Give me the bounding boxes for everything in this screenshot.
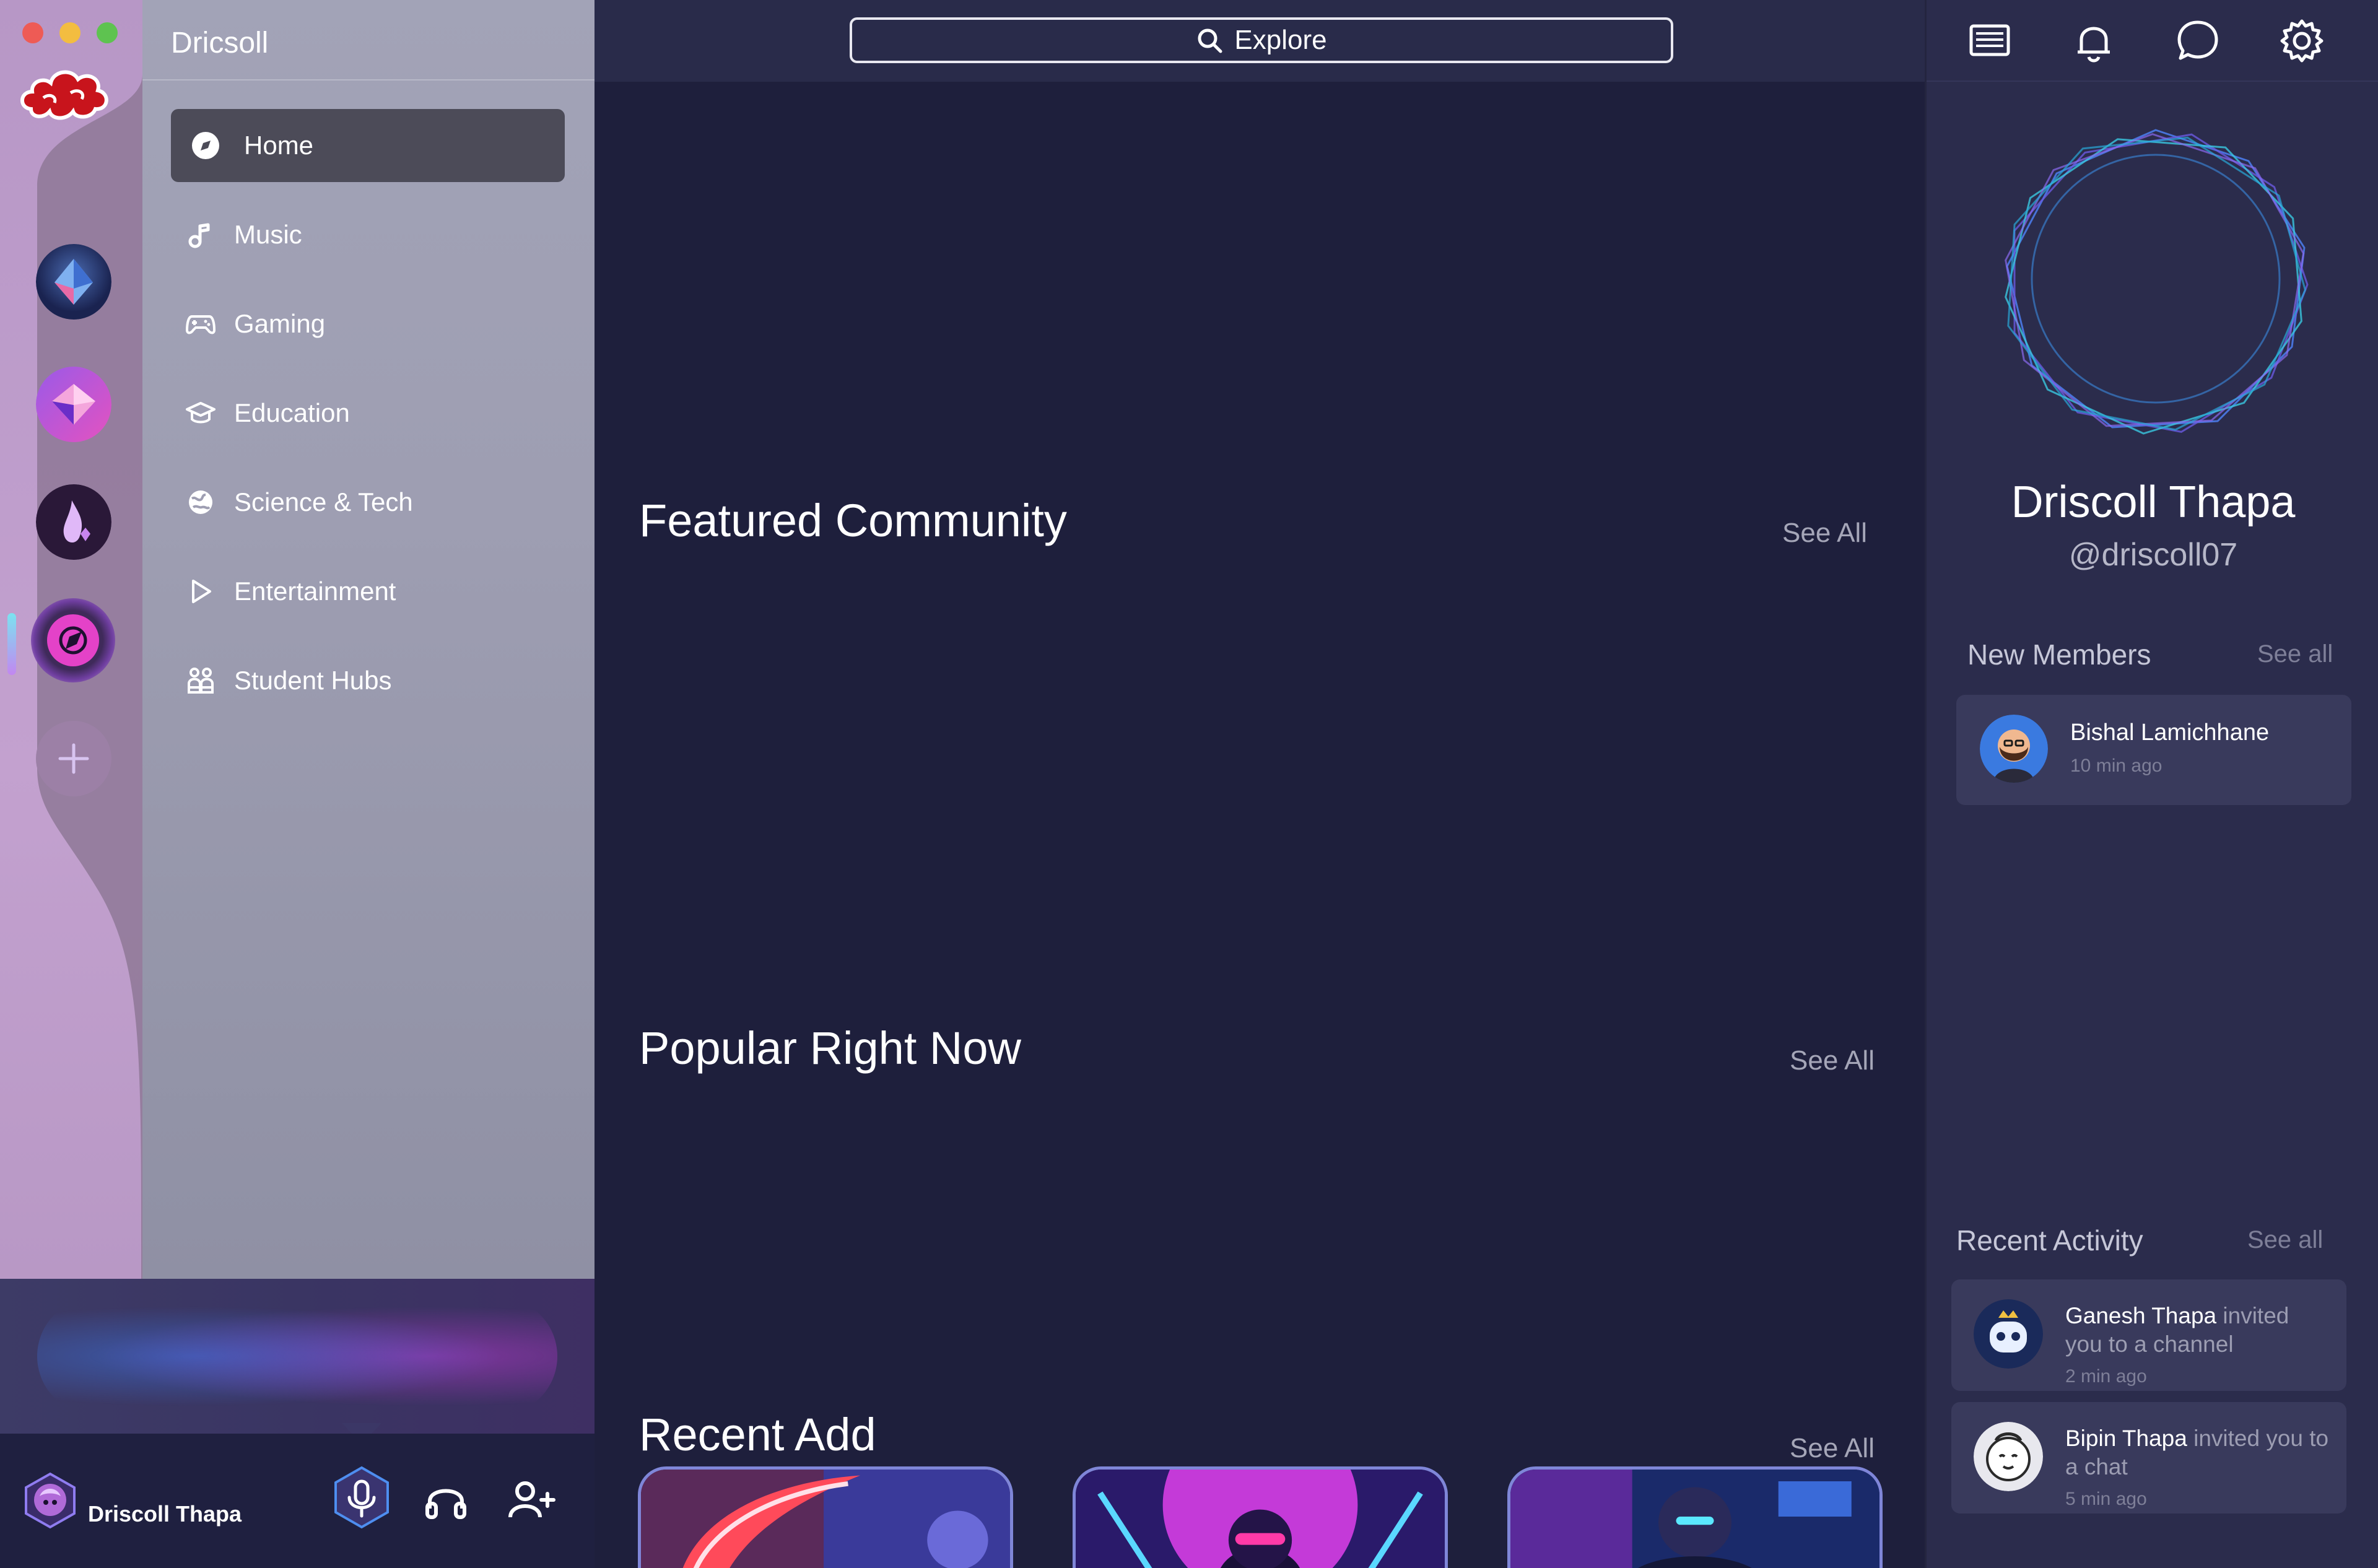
globe-icon (183, 485, 218, 520)
add-server-button[interactable] (36, 721, 111, 796)
sidebar-item-label: Music (234, 220, 302, 249)
headphones-button[interactable] (424, 1478, 468, 1522)
user-avatar[interactable] (21, 1471, 79, 1530)
window-minimize-button[interactable] (59, 22, 81, 43)
crystal-server-icon[interactable] (36, 244, 111, 320)
gem-server-icon[interactable] (36, 367, 111, 442)
bell-icon[interactable] (2070, 17, 2117, 64)
member-card[interactable]: Bishal Lamichhane 10 min ago (1956, 695, 2351, 805)
gamepad-icon (183, 307, 218, 341)
explore-search-input[interactable]: Explore (850, 17, 1673, 63)
sidebar-item-label: Education (234, 398, 350, 427)
activity-text: Ganesh Thapa invited you to a channel (2065, 1302, 2332, 1359)
sidebar-item-label: Student Hubs (234, 666, 392, 695)
recent-add-card[interactable] (1073, 1466, 1448, 1568)
member-avatar (1980, 715, 2048, 783)
microphone-button[interactable] (332, 1465, 391, 1530)
current-user-name: Driscoll Thapa (88, 1501, 242, 1527)
activity-user: Bipin Thapa (2065, 1426, 2187, 1451)
window-maximize-button[interactable] (97, 22, 118, 43)
flame-server-icon[interactable] (36, 484, 111, 560)
sidebar-item-gaming[interactable]: Gaming (171, 287, 565, 360)
profile-name: Driscoll Thapa (2011, 477, 2296, 527)
plus-icon (58, 743, 89, 774)
new-members-see-all-link[interactable]: See all (2257, 640, 2333, 668)
main-content: Featured Community See All Popular Right… (594, 82, 1925, 1568)
new-members-heading: New Members (1967, 638, 2151, 671)
sidebar-item-student-hubs[interactable]: Student Hubs (171, 644, 565, 717)
popular-see-all-link[interactable]: See All (1790, 1045, 1875, 1076)
profile-panel: Driscoll Thapa @driscoll07 New Members S… (1925, 0, 2378, 1568)
chat-icon[interactable] (2174, 17, 2221, 64)
inbox-icon[interactable] (1966, 17, 2013, 64)
recent-add-card[interactable] (638, 1466, 1013, 1568)
sidebar-item-entertainment[interactable]: Entertainment (171, 555, 565, 628)
audio-waveform (54, 1322, 534, 1390)
section-title-popular: Popular Right Now (639, 1022, 1021, 1074)
activity-card[interactable]: Bipin Thapa invited you to a chat 5 min … (1951, 1402, 2346, 1514)
group-icon (183, 663, 218, 698)
section-title-featured: Featured Community (639, 495, 1067, 546)
add-friend-button[interactable] (507, 1478, 556, 1522)
recent-add-see-all-link[interactable]: See All (1790, 1433, 1875, 1464)
section-title-recent-add: Recent Add (639, 1409, 876, 1460)
app-window: Dricsoll Home Music Gaming Education Sci… (0, 0, 2378, 1568)
sidebar-item-music[interactable]: Music (171, 198, 565, 271)
voice-visualizer-panel (0, 1279, 594, 1434)
workspace-title: Dricsoll (171, 27, 269, 59)
member-name: Bishal Lamichhane (2070, 720, 2270, 746)
activity-user: Ganesh Thapa (2065, 1303, 2217, 1328)
compass-icon (188, 128, 223, 163)
sidebar-divider (142, 79, 594, 81)
recent-activity-heading: Recent Activity (1956, 1224, 2143, 1257)
graduation-cap-icon (183, 396, 218, 430)
gear-icon[interactable] (2278, 17, 2325, 64)
profile-toolbar (1927, 0, 2378, 82)
music-note-icon (183, 217, 218, 252)
explore-compass-icon[interactable] (31, 598, 115, 682)
search-icon (1198, 28, 1222, 53)
sidebar-item-science-tech[interactable]: Science & Tech (171, 466, 565, 539)
featured-see-all-link[interactable]: See All (1782, 518, 1867, 549)
sidebar-item-education[interactable]: Education (171, 377, 565, 450)
profile-handle: @driscoll07 (2068, 537, 2238, 573)
recent-activity-see-all-link[interactable]: See all (2247, 1226, 2323, 1254)
activity-avatar (1974, 1299, 2043, 1369)
sidebar-item-label: Entertainment (234, 577, 396, 606)
recent-add-card[interactable] (1507, 1466, 1883, 1568)
sidebar-item-home[interactable]: Home (171, 109, 565, 182)
member-joined-time: 10 min ago (2070, 756, 2162, 776)
activity-time: 5 min ago (2065, 1489, 2147, 1509)
profile-avatar-ring[interactable] (1988, 111, 2323, 446)
activity-text: Bipin Thapa invited you to a chat (2065, 1424, 2332, 1481)
active-server-indicator (7, 613, 16, 675)
activity-avatar (1974, 1422, 2043, 1491)
play-icon (183, 574, 218, 609)
server-rail (0, 0, 142, 1279)
window-close-button[interactable] (22, 22, 43, 43)
search-label: Explore (1234, 25, 1327, 55)
sidebar-item-label: Home (244, 131, 314, 160)
category-sidebar: Dricsoll Home Music Gaming Education Sci… (142, 0, 594, 1279)
activity-time: 2 min ago (2065, 1366, 2147, 1387)
cloud-logo-icon[interactable] (19, 59, 111, 124)
top-bar: Explore (594, 0, 1925, 82)
activity-card[interactable]: Ganesh Thapa invited you to a channel 2 … (1951, 1279, 2346, 1391)
sidebar-item-label: Gaming (234, 309, 326, 338)
sidebar-item-label: Science & Tech (234, 487, 413, 516)
